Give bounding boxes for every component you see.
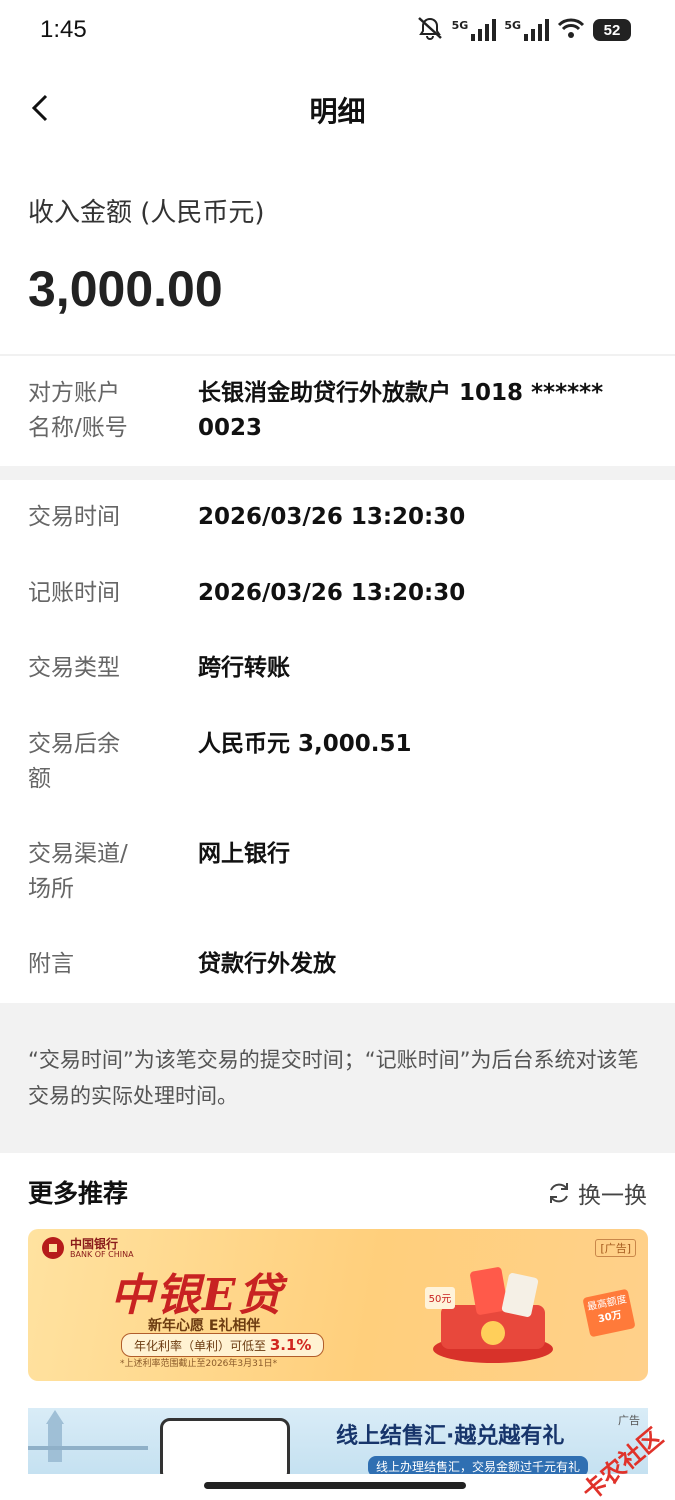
page-title: 明细	[309, 95, 366, 128]
detail-label-channel: 交易渠道/ 场所	[28, 837, 128, 907]
detail-label-balance: 交易后余 额	[28, 727, 120, 797]
boc-name: 中国银行	[70, 1236, 119, 1251]
time-note: “交易时间”为该笔交易的提交时间；“记账时间”为后台系统对该笔交易的实际处理时间…	[28, 1048, 639, 1108]
banner-footnote: *上述利率范围截止至2026年3月31日*	[120, 1359, 278, 1369]
banner-rate-prefix: 年化利率（单利）可低至	[134, 1339, 267, 1353]
counterparty-value-line1: 长银消金助贷行外放款户 1018 ******	[198, 380, 604, 406]
divider	[0, 354, 675, 356]
amount-label: 收入金额 (人民币元)	[28, 198, 265, 228]
detail-value-trade-time: 2026/03/26 13:20:30	[198, 504, 466, 530]
status-bar: 1:45 5G 5G 52	[0, 0, 675, 64]
counterparty-label-line2: 名称/账号	[28, 415, 128, 441]
refresh-icon	[550, 1183, 568, 1203]
status-time: 1:45	[40, 16, 87, 43]
detail-value-trade-type: 跨行转账	[198, 655, 290, 681]
detail-value-channel: 网上银行	[198, 841, 290, 867]
battery-icon: 52	[593, 19, 631, 41]
refresh-label: 换一换	[578, 1183, 647, 1209]
refresh-button[interactable]: 换一换	[546, 1176, 647, 1210]
status-icons: 5G 5G 52	[416, 16, 631, 44]
gift-box-icon: 50元	[425, 1267, 553, 1363]
boc-logo: 中国银行 BANK OF CHINA	[42, 1237, 134, 1259]
mute-icon	[416, 16, 444, 44]
detail-label-balance-line1: 交易后余	[28, 731, 120, 757]
detail-label-trade-time: 交易时间	[28, 504, 120, 530]
detail-value-balance: 人民币元 3,000.51	[198, 731, 412, 757]
detail-value-remark: 贷款行外发放	[198, 951, 336, 977]
ad-banner-fx[interactable]: 线上结售汇·越兑越有礼 广告 线上办理结售汇，交易金额过千元有礼	[28, 1408, 648, 1474]
ad-banner-boc-eloan[interactable]: 中国银行 BANK OF CHINA [广告] 中银E贷 新年心愿 E礼相伴 年…	[28, 1229, 648, 1381]
home-indicator[interactable]	[204, 1482, 466, 1489]
network-type-2: 5G	[504, 19, 521, 32]
banner-coupon: 最高额度 30万	[582, 1288, 636, 1338]
phone-illustration	[160, 1418, 290, 1474]
detail-label-channel-line2: 场所	[28, 876, 74, 902]
banner2-title: 线上结售汇·越兑越有礼	[336, 1424, 565, 1449]
counterparty-value-line2: 0023	[198, 415, 263, 441]
detail-label-remark: 附言	[28, 951, 74, 977]
amount-value: 3,000.00	[28, 261, 223, 317]
boc-name-en: BANK OF CHINA	[70, 1249, 134, 1259]
nav-bar: 明细	[0, 64, 675, 152]
banner-rate: 年化利率（单利）可低至 3.1%	[121, 1333, 325, 1357]
section-divider	[0, 466, 675, 480]
banner2-sub: 线上办理结售汇，交易金额过千元有礼	[368, 1456, 589, 1474]
banner-badge: 50元	[429, 1294, 452, 1305]
signal-icon-2: 5G	[504, 19, 549, 41]
counterparty-label: 对方账户 名称/账号	[28, 376, 128, 446]
banner-subline: 新年心愿 E礼相伴	[148, 1318, 261, 1334]
signal-icon-1: 5G	[452, 19, 497, 41]
ad-tag: [广告]	[595, 1239, 636, 1257]
detail-label-trade-type: 交易类型	[28, 655, 120, 681]
counterparty-label-line1: 对方账户	[28, 380, 120, 406]
boc-logo-icon	[42, 1237, 64, 1259]
wifi-icon	[557, 17, 585, 43]
more-recommend-title: 更多推荐	[28, 1179, 129, 1208]
detail-value-post-time: 2026/03/26 13:20:30	[198, 580, 466, 606]
detail-label-post-time: 记账时间	[28, 580, 120, 606]
detail-label-channel-line1: 交易渠道/	[28, 841, 128, 867]
bridge-icon	[28, 1410, 148, 1462]
banner-rate-value: 3.1%	[269, 1336, 312, 1354]
banner-headline: 中银E贷	[110, 1270, 284, 1321]
counterparty-value: 长银消金助贷行外放款户 1018 ****** 0023	[198, 376, 638, 446]
network-type-1: 5G	[451, 19, 469, 32]
detail-label-balance-line2: 额	[28, 766, 51, 792]
